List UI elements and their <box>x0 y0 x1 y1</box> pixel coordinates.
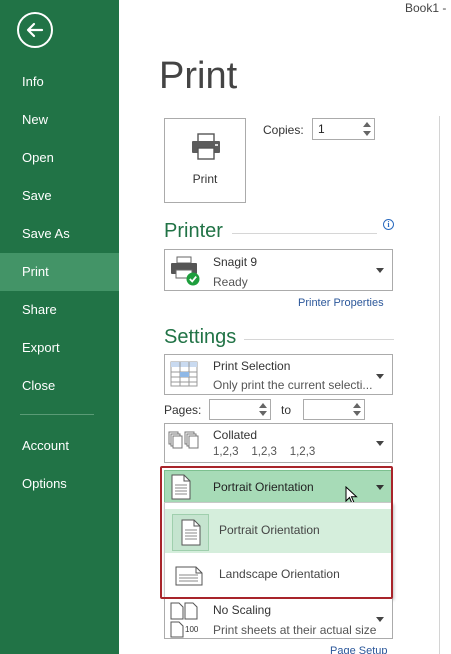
print-what-title: Print Selection <box>213 359 291 373</box>
collated-icon <box>168 431 199 449</box>
nav-item-open[interactable]: Open <box>0 139 119 177</box>
collation-description: 1,2,3 1,2,3 1,2,3 <box>213 446 316 458</box>
pages-to-label: to <box>281 403 292 417</box>
nav-item-print[interactable]: Print <box>0 253 119 291</box>
scaling-description: Print sheets at their actual size <box>213 623 377 637</box>
chevron-down-icon <box>376 374 384 379</box>
scaling-percent: 100 <box>185 625 199 634</box>
page-title: Print <box>159 55 238 97</box>
back-arrow-icon <box>26 22 44 38</box>
nav-item-export[interactable]: Export <box>0 329 119 367</box>
highlight-frame <box>160 466 393 599</box>
printer-dropdown[interactable]: Snagit 9 Ready <box>164 249 393 291</box>
printer-properties-link[interactable]: Printer Properties <box>298 297 384 309</box>
copies-spinner[interactable] <box>360 119 374 139</box>
scaling-title: No Scaling <box>213 603 272 617</box>
back-button[interactable] <box>17 12 53 48</box>
backstage-sidebar: Info New Open Save Save As Print Share E… <box>0 0 119 654</box>
printer-heading-rule <box>232 233 377 234</box>
print-what-description: Only print the current selecti... <box>213 378 373 392</box>
increment-icon[interactable] <box>259 403 267 408</box>
printer-heading: Printer <box>164 220 223 242</box>
print-selection-icon <box>170 361 198 387</box>
nav-item-share[interactable]: Share <box>0 291 119 329</box>
collation-title: Collated <box>213 428 258 442</box>
nav-item-new[interactable]: New <box>0 101 119 139</box>
chevron-down-icon <box>376 268 384 273</box>
settings-heading: Settings <box>164 326 237 348</box>
printer-icon <box>192 133 220 160</box>
print-button-label: Print <box>192 172 218 186</box>
sidebar-divider <box>20 414 94 415</box>
preview-divider <box>439 116 440 654</box>
copies-label: Copies: <box>263 123 304 137</box>
printer-ready-icon <box>171 256 200 286</box>
collation-dropdown[interactable]: Collated 1,2,3 1,2,3 1,2,3 <box>164 423 393 463</box>
print-what-dropdown[interactable]: Print Selection Only print the current s… <box>164 354 393 395</box>
increment-icon[interactable] <box>353 403 361 408</box>
pages-from-input[interactable] <box>209 399 271 420</box>
nav-item-options[interactable]: Options <box>0 465 119 503</box>
decrement-icon[interactable] <box>353 411 361 416</box>
copies-value: 1 <box>318 122 325 136</box>
copies-stepper[interactable]: 1 <box>312 118 375 140</box>
decrement-icon[interactable] <box>259 411 267 416</box>
info-icon[interactable]: i <box>383 219 394 230</box>
printer-name: Snagit 9 <box>213 255 258 269</box>
decrement-icon[interactable] <box>363 131 371 136</box>
pages-to-input[interactable] <box>303 399 365 420</box>
chevron-down-icon <box>376 617 384 622</box>
window-title: Book1 - <box>405 1 447 15</box>
nav-item-close[interactable]: Close <box>0 367 119 405</box>
settings-heading-rule <box>244 339 394 340</box>
page-setup-link[interactable]: Page Setup <box>330 645 388 654</box>
nav-item-save[interactable]: Save <box>0 177 119 215</box>
nav-item-account[interactable]: Account <box>0 427 119 465</box>
scaling-dropdown[interactable]: No Scaling Print sheets at their actual … <box>164 598 393 639</box>
increment-icon[interactable] <box>363 122 371 127</box>
print-button[interactable]: Print <box>164 118 246 203</box>
nav-item-save-as[interactable]: Save As <box>0 215 119 253</box>
pages-label: Pages: <box>164 403 202 417</box>
nav-item-info[interactable]: Info <box>0 63 119 101</box>
printer-status: Ready <box>213 275 248 289</box>
chevron-down-icon <box>376 441 384 446</box>
